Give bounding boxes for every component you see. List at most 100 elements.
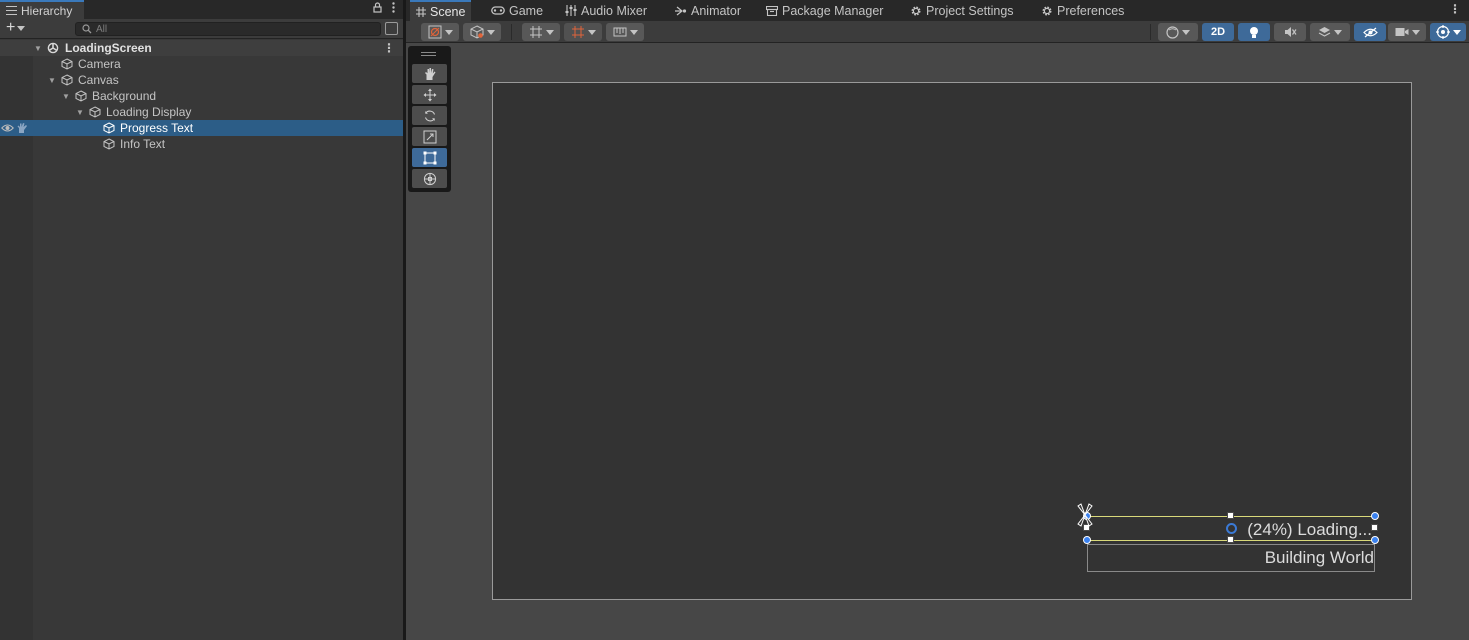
tree-row-label: LoadingScreen xyxy=(65,41,152,55)
tab-package-manager[interactable]: Package Manager xyxy=(760,0,889,21)
ruler-icon xyxy=(613,27,626,37)
progress-text: (24%) Loading... xyxy=(1247,520,1372,539)
anchor-gizmo-icon[interactable] xyxy=(1072,502,1098,528)
kebab-menu-icon[interactable] xyxy=(392,2,395,13)
plus-icon: + xyxy=(6,19,16,36)
overlay-grip-icon[interactable] xyxy=(421,52,436,56)
rect-tool-button[interactable] xyxy=(412,148,447,167)
search-options-icon[interactable] xyxy=(385,22,398,35)
chevron-down-icon xyxy=(444,29,453,35)
tree-row-background[interactable]: ▼ Background xyxy=(0,88,403,104)
gear-icon xyxy=(911,5,921,16)
tree-row-camera[interactable]: Camera xyxy=(0,56,403,72)
tab-label: Game xyxy=(509,3,544,18)
corner-handle-bottom-left[interactable] xyxy=(1083,536,1091,544)
tree-row-canvas[interactable]: ▼ Canvas xyxy=(0,72,403,88)
expand-arrow-icon[interactable]: ▼ xyxy=(47,75,57,85)
scene-visibility-toggle[interactable] xyxy=(1354,23,1386,41)
visibility-eye-icon[interactable] xyxy=(1,123,14,133)
expand-arrow-icon[interactable]: ▼ xyxy=(33,43,43,53)
snap-increment-icon xyxy=(571,26,584,38)
scene-kebab-icon[interactable]: ⋮ xyxy=(383,41,395,55)
tab-project-settings[interactable]: Project Settings xyxy=(904,0,1020,21)
tree-row-loading-display[interactable]: ▼ Loading Display xyxy=(0,104,403,120)
tree-row-info-text[interactable]: Info Text xyxy=(0,136,403,152)
audio-toggle[interactable] xyxy=(1274,23,1306,41)
gameobject-icon xyxy=(103,138,115,150)
scene-panel: Scene Game Audio Mixer Animator Package … xyxy=(406,0,1469,640)
chevron-down-icon xyxy=(1452,29,1461,35)
2d-mode-toggle[interactable]: 2D xyxy=(1202,23,1234,41)
2d-mode-label: 2D xyxy=(1210,26,1226,38)
gameobject-icon xyxy=(103,122,115,134)
tree-row-label: Background xyxy=(92,89,157,103)
edge-handle-bottom[interactable] xyxy=(1227,536,1234,543)
render-mode-dropdown[interactable] xyxy=(463,23,501,41)
tree-row-label: Camera xyxy=(78,57,121,71)
expand-arrow-icon[interactable]: ▼ xyxy=(75,107,85,117)
transform-tool-button[interactable] xyxy=(412,169,447,188)
edge-handle-top[interactable] xyxy=(1227,512,1234,519)
kebab-menu-icon[interactable]: ⋮ xyxy=(1449,2,1461,16)
grid-snap-icon xyxy=(529,26,542,38)
shading-mode-dropdown[interactable] xyxy=(1158,23,1198,41)
tab-label: Animator xyxy=(691,3,742,18)
camera-dropdown[interactable] xyxy=(1388,23,1426,41)
gameobject-icon xyxy=(89,106,101,118)
rotate-tool-button[interactable] xyxy=(412,106,447,125)
ruler-dropdown[interactable] xyxy=(606,23,644,41)
tools-overlay xyxy=(408,46,451,192)
gizmos-dropdown[interactable] xyxy=(1430,23,1466,41)
package-icon xyxy=(766,5,778,16)
layers-icon xyxy=(1318,27,1331,37)
tab-preferences[interactable]: Preferences xyxy=(1035,0,1130,21)
effects-dropdown[interactable] xyxy=(1310,23,1350,41)
rotate-icon xyxy=(424,110,435,121)
lock-icon[interactable] xyxy=(373,2,382,13)
info-text: Building World xyxy=(1264,548,1374,567)
corner-handle-top-right[interactable] xyxy=(1371,512,1379,520)
hierarchy-toolbar: + xyxy=(0,19,403,39)
hierarchy-search xyxy=(75,22,381,36)
gameobject-icon xyxy=(61,58,73,70)
toolbar-separator xyxy=(1150,24,1151,40)
pickable-hand-icon[interactable] xyxy=(16,122,30,134)
tab-game[interactable]: Game xyxy=(485,0,549,21)
corner-handle-bottom-right[interactable] xyxy=(1371,536,1379,544)
create-button[interactable]: + xyxy=(6,19,26,36)
animator-icon xyxy=(675,6,687,15)
lighting-toggle[interactable] xyxy=(1238,23,1270,41)
chevron-down-icon xyxy=(629,29,638,35)
draw-mode-dropdown[interactable] xyxy=(421,23,459,41)
edge-handle-right[interactable] xyxy=(1371,524,1378,531)
tree-row-progress-text[interactable]: Progress Text xyxy=(0,120,403,136)
tab-label: Preferences xyxy=(1057,3,1125,18)
move-tool-button[interactable] xyxy=(412,85,447,104)
tree-row-loadingscreen[interactable]: ▼ LoadingScreen ⋮ xyxy=(0,40,403,56)
expand-arrow-icon[interactable]: ▼ xyxy=(61,91,71,101)
hand-tool-button[interactable] xyxy=(412,64,447,83)
chevron-down-icon xyxy=(1411,29,1420,35)
hierarchy-tab-bar: Hierarchy xyxy=(0,0,403,19)
canvas-bounds[interactable]: Building World (24%) Loading... xyxy=(492,82,1412,600)
tab-animator[interactable]: Animator xyxy=(669,0,747,21)
camera-icon xyxy=(1395,28,1408,36)
grid-snapping-dropdown[interactable] xyxy=(522,23,560,41)
info-text-rect[interactable]: Building World xyxy=(1087,544,1375,572)
lightbulb-icon xyxy=(1250,26,1258,38)
gameobject-icon xyxy=(61,74,73,86)
hierarchy-tab-icons xyxy=(373,2,395,13)
increment-snap-dropdown[interactable] xyxy=(564,23,602,41)
gamepad-icon xyxy=(491,6,505,15)
tab-hierarchy[interactable]: Hierarchy xyxy=(0,0,84,19)
tab-audio-mixer[interactable]: Audio Mixer xyxy=(559,0,653,21)
chevron-down-icon xyxy=(17,25,26,31)
hidden-eye-icon xyxy=(1362,26,1378,38)
hierarchy-search-input[interactable] xyxy=(96,23,366,35)
pivot-handle[interactable] xyxy=(1226,523,1237,534)
tab-scene[interactable]: Scene xyxy=(410,0,472,21)
sphere-icon xyxy=(1166,25,1179,39)
cube-icon xyxy=(470,25,483,39)
scale-icon xyxy=(423,130,436,143)
scale-tool-button[interactable] xyxy=(412,127,447,146)
